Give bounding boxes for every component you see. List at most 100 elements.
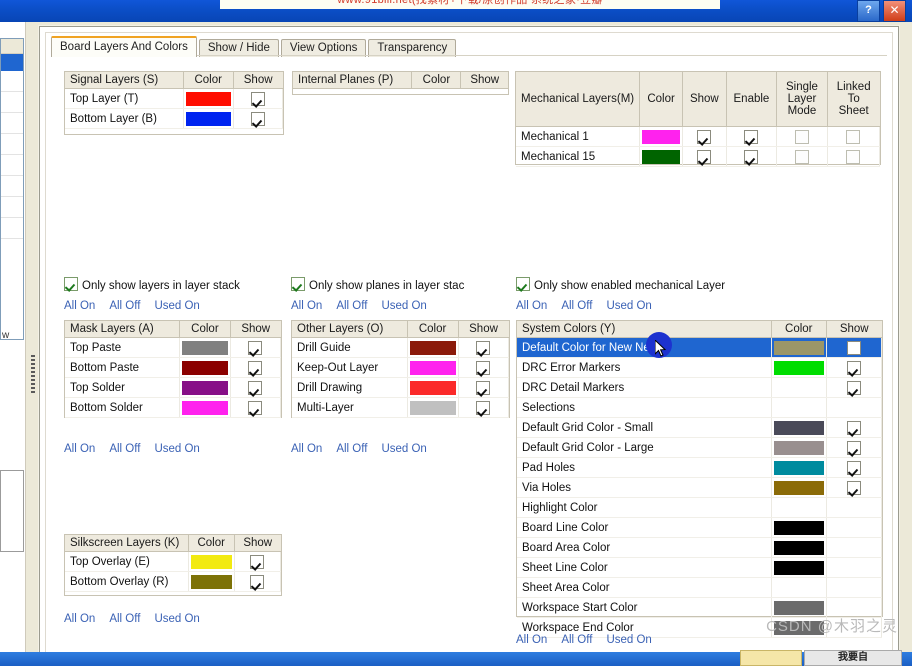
link-used-on[interactable]: Used On [606, 634, 651, 646]
table-row[interactable]: Default Grid Color - Large [517, 437, 883, 458]
color-swatch[interactable] [773, 420, 824, 435]
only-show-enabled-mechanical-option[interactable]: Only show enabled mechanical Layer [516, 277, 725, 292]
cell-layer-name[interactable]: Pad Holes [517, 457, 772, 478]
cell-color[interactable] [407, 377, 459, 398]
cell-color[interactable] [771, 337, 827, 358]
table-row[interactable]: Pad Holes [517, 457, 883, 478]
table-row[interactable]: Top Solder [65, 377, 282, 398]
link-used-on[interactable]: Used On [154, 300, 199, 312]
cell-color[interactable] [771, 557, 827, 578]
cell-show[interactable] [682, 126, 727, 147]
cell-show[interactable] [826, 337, 883, 358]
cell-show[interactable] [458, 397, 510, 418]
cell-layer-name[interactable]: Via Holes [517, 477, 772, 498]
color-swatch[interactable] [185, 91, 231, 106]
table-row[interactable]: DRC Error Markers [517, 357, 883, 378]
table-row[interactable]: Drill Drawing [292, 377, 510, 398]
cell-layer-name[interactable]: Board Area Color [517, 537, 772, 558]
show-checkbox[interactable] [476, 360, 491, 375]
link-all-on[interactable]: All On [291, 443, 322, 455]
color-swatch[interactable] [409, 380, 456, 395]
color-swatch[interactable] [773, 600, 824, 615]
table-row[interactable]: Highlight Color [517, 497, 883, 518]
link-all-off[interactable]: All Off [561, 300, 592, 312]
color-swatch[interactable] [773, 360, 824, 375]
table-row[interactable]: Bottom Overlay (R) [65, 571, 282, 592]
show-checkbox[interactable] [476, 400, 491, 415]
link-used-on[interactable]: Used On [154, 613, 199, 625]
cell-color[interactable] [639, 126, 683, 147]
checkbox-icon[interactable] [64, 277, 78, 291]
table-row[interactable]: Via Holes [517, 477, 883, 498]
cell-color[interactable] [771, 457, 827, 478]
cell-layer-name[interactable]: Drill Guide [292, 337, 408, 358]
cell-layer-name[interactable]: Selections [517, 397, 772, 418]
cell-linked-to-sheet[interactable] [827, 146, 881, 167]
cell-color[interactable] [407, 337, 459, 358]
table-row[interactable]: Sheet Area Color [517, 577, 883, 598]
show-checkbox[interactable] [476, 340, 491, 355]
cell-color[interactable] [407, 357, 459, 378]
cell-color[interactable] [771, 417, 827, 438]
cell-show[interactable] [826, 377, 883, 398]
cell-show[interactable] [230, 377, 282, 398]
link-all-off[interactable]: All Off [109, 443, 140, 455]
cell-show[interactable] [826, 477, 883, 498]
cell-layer-name[interactable]: Bottom Layer (B) [65, 108, 184, 129]
cell-show[interactable] [458, 377, 510, 398]
show-checkbox[interactable] [846, 360, 861, 375]
cell-layer-name[interactable]: Workspace Start Color [517, 597, 772, 618]
table-row[interactable]: Top Overlay (E) [65, 551, 282, 572]
cell-layer-name[interactable]: Highlight Color [517, 497, 772, 518]
table-row[interactable]: Mechanical 15 [516, 146, 881, 167]
cell-single-layer-mode[interactable] [776, 126, 828, 147]
cell-layer-name[interactable]: Sheet Line Color [517, 557, 772, 578]
cell-show[interactable] [826, 437, 883, 458]
show-checkbox[interactable] [846, 380, 861, 395]
table-row[interactable]: Board Area Color [517, 537, 883, 558]
cell-color[interactable] [771, 397, 827, 418]
checkbox-icon[interactable] [516, 277, 530, 291]
color-swatch[interactable] [181, 360, 228, 375]
color-swatch[interactable] [773, 520, 824, 535]
link-all-on[interactable]: All On [516, 300, 547, 312]
color-swatch[interactable] [185, 111, 231, 126]
link-all-off[interactable]: All Off [561, 634, 592, 646]
show-checkbox[interactable] [744, 149, 759, 164]
show-checkbox[interactable] [744, 129, 759, 144]
show-checkbox[interactable] [248, 400, 263, 415]
cell-layer-name[interactable]: Top Paste [65, 337, 180, 358]
cell-color[interactable] [179, 377, 231, 398]
color-swatch[interactable] [773, 440, 824, 455]
cell-color[interactable] [771, 377, 827, 398]
color-swatch[interactable] [181, 340, 228, 355]
cell-layer-name[interactable]: Default Grid Color - Large [517, 437, 772, 458]
only-show-planes-in-stack-option[interactable]: Only show planes in layer stac [291, 277, 464, 292]
single-layer-mode-checkbox[interactable] [794, 129, 809, 144]
cell-color[interactable] [407, 397, 459, 418]
help-button[interactable]: ? [857, 0, 880, 22]
table-row[interactable]: Selections [517, 397, 883, 418]
color-swatch[interactable] [773, 340, 824, 355]
cell-show[interactable] [234, 571, 282, 592]
cell-color[interactable] [179, 397, 231, 418]
link-all-on[interactable]: All On [64, 443, 95, 455]
table-row[interactable]: DRC Detail Markers [517, 377, 883, 398]
link-all-off[interactable]: All Off [109, 300, 140, 312]
link-all-off[interactable]: All Off [109, 613, 140, 625]
show-checkbox[interactable] [250, 574, 265, 589]
cell-layer-name[interactable]: Multi-Layer [292, 397, 408, 418]
show-checkbox[interactable] [250, 111, 265, 126]
cell-color[interactable] [771, 577, 827, 598]
show-checkbox[interactable] [476, 380, 491, 395]
checkbox-icon[interactable] [291, 277, 305, 291]
cell-color[interactable] [771, 517, 827, 538]
cell-color[interactable] [188, 571, 235, 592]
show-checkbox[interactable] [846, 480, 861, 495]
link-used-on[interactable]: Used On [606, 300, 651, 312]
cell-layer-name[interactable]: Default Color for New Nets [517, 337, 772, 358]
cell-color[interactable] [183, 108, 234, 129]
link-all-on[interactable]: All On [64, 300, 95, 312]
show-checkbox[interactable] [250, 91, 265, 106]
color-swatch[interactable] [181, 400, 228, 415]
